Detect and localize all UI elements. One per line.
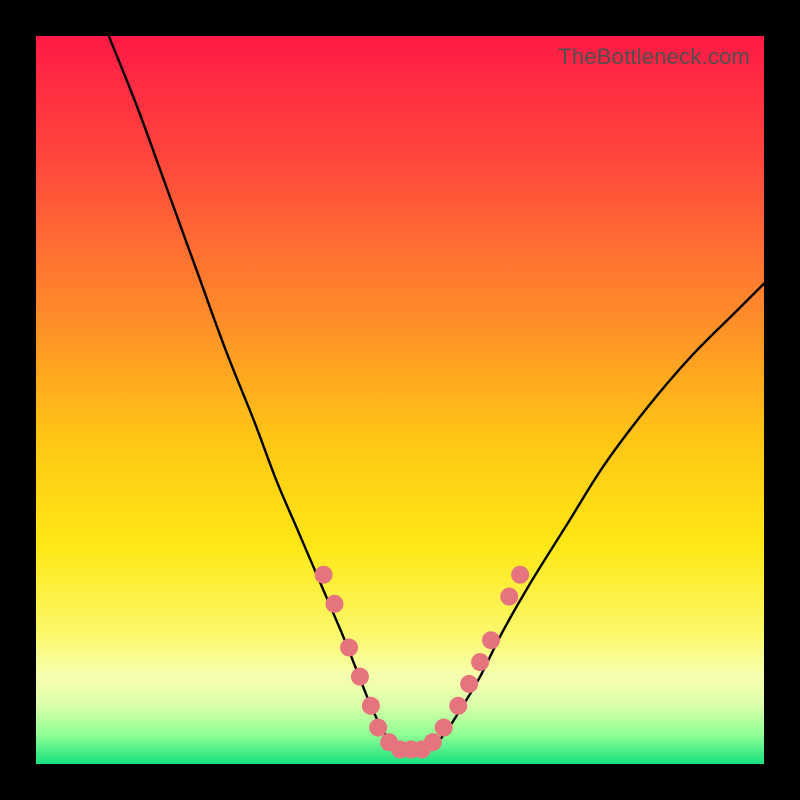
- marker-dot: [471, 653, 489, 671]
- marker-dot: [369, 719, 387, 737]
- bottleneck-curve: [109, 36, 764, 751]
- plot-area: TheBottleneck.com: [36, 36, 764, 764]
- marker-dot: [362, 697, 380, 715]
- marker-dot: [482, 631, 500, 649]
- marker-dot: [340, 639, 358, 657]
- marker-dot: [351, 668, 369, 686]
- marker-dot: [460, 675, 478, 693]
- marker-dot: [325, 595, 343, 613]
- marker-dot: [315, 566, 333, 584]
- highlighted-points: [315, 566, 530, 759]
- chart-frame: TheBottleneck.com: [0, 0, 800, 800]
- curve-layer: [36, 36, 764, 764]
- marker-dot: [424, 733, 442, 751]
- marker-dot: [435, 719, 453, 737]
- marker-dot: [449, 697, 467, 715]
- watermark-text: TheBottleneck.com: [558, 44, 750, 70]
- marker-dot: [511, 566, 529, 584]
- marker-dot: [500, 588, 518, 606]
